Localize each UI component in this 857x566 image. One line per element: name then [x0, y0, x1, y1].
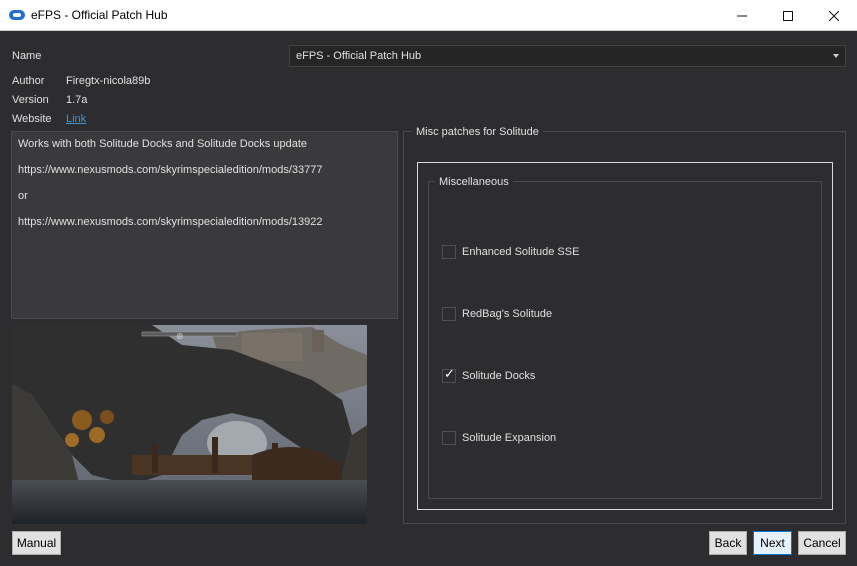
window-title: eFPS - Official Patch Hub	[31, 8, 168, 22]
app-logo-icon	[9, 10, 25, 20]
options-group: Misc patches for Solitude Miscellaneous …	[403, 126, 846, 524]
name-label: Name	[12, 50, 42, 62]
checkbox[interactable]	[442, 431, 456, 445]
option-solitude-expansion[interactable]: Solitude Expansion	[442, 430, 556, 446]
plugin-select-value: eFPS - Official Patch Hub	[296, 50, 422, 62]
options-subgroup-title: Miscellaneous	[435, 176, 513, 189]
website-label: Website	[12, 113, 52, 125]
checkbox-checked[interactable]	[442, 367, 456, 383]
option-solitude-docks[interactable]: Solitude Docks	[442, 367, 536, 384]
description-line: Works with both Solitude Docks and Solit…	[18, 138, 308, 150]
chevron-down-icon	[833, 54, 839, 58]
description-line: or	[18, 190, 28, 202]
minimize-button[interactable]	[719, 0, 765, 31]
checkbox[interactable]	[442, 307, 456, 321]
version-label: Version	[12, 94, 49, 106]
option-label: Enhanced Solitude SSE	[462, 246, 580, 258]
close-icon	[829, 10, 839, 21]
close-button[interactable]	[811, 0, 857, 31]
author-value: Firegtx-nicola89b	[66, 75, 151, 87]
maximize-icon	[783, 10, 793, 21]
options-subgroup: Miscellaneous Enhanced Solitude SSE RedB…	[428, 176, 822, 499]
back-button[interactable]: Back	[709, 531, 747, 555]
option-label: Solitude Docks	[462, 370, 536, 382]
version-value: 1.7a	[66, 94, 88, 106]
description-box[interactable]: Works with both Solitude Docks and Solit…	[11, 131, 398, 319]
author-label: Author	[12, 75, 45, 87]
option-label: RedBag's Solitude	[462, 308, 553, 320]
option-enhanced-solitude[interactable]: Enhanced Solitude SSE	[442, 244, 579, 260]
description-line: https://www.nexusmods.com/skyrimspeciale…	[18, 216, 323, 228]
options-group-title: Misc patches for Solitude	[412, 126, 543, 139]
preview-image: ⊕	[12, 325, 367, 524]
next-button[interactable]: Next	[753, 531, 792, 555]
description-line: https://www.nexusmods.com/skyrimspeciale…	[18, 164, 323, 176]
options-panel: Miscellaneous Enhanced Solitude SSE RedB…	[417, 162, 833, 510]
option-label: Solitude Expansion	[462, 432, 557, 444]
manual-button[interactable]: Manual	[12, 531, 61, 555]
title-bar: eFPS - Official Patch Hub	[0, 0, 857, 31]
maximize-button[interactable]	[765, 0, 811, 31]
option-redbags-solitude[interactable]: RedBag's Solitude	[442, 306, 552, 322]
minimize-icon	[737, 15, 747, 16]
website-link[interactable]: Link	[66, 113, 86, 125]
plugin-select[interactable]: eFPS - Official Patch Hub	[289, 45, 846, 67]
checkbox[interactable]	[442, 245, 456, 259]
cancel-button[interactable]: Cancel	[798, 531, 846, 555]
svg-text:⊕: ⊕	[176, 332, 184, 342]
